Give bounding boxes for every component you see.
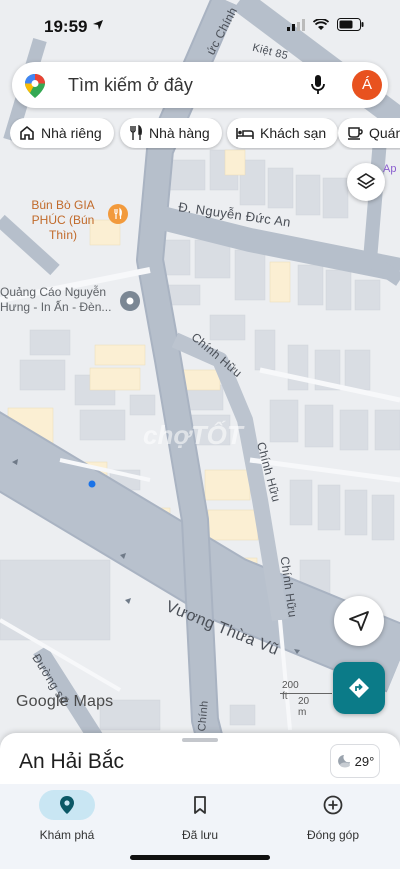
my-location-button[interactable] — [334, 596, 384, 646]
chip-label: Quán — [369, 125, 400, 141]
chip-restaurant[interactable]: Nhà hàng — [120, 118, 222, 148]
home-indicator — [130, 855, 270, 860]
moon-cloud-icon — [337, 755, 350, 768]
signal-icon — [287, 18, 305, 36]
sheet-title: An Hải Bắc — [19, 750, 125, 773]
home-icon — [20, 125, 34, 140]
watermark: chợTỐT — [143, 420, 243, 450]
bookmark-icon — [194, 796, 206, 814]
search-input[interactable]: Tìm kiếm ở đây — [68, 75, 193, 96]
cafe-icon — [348, 127, 363, 140]
business-pin-icon[interactable] — [120, 291, 140, 311]
poi-apt-label[interactable]: Ap — [383, 163, 396, 175]
nav-saved-icon-wrap — [172, 790, 228, 820]
chip-hotel[interactable]: Khách sạn — [227, 118, 339, 148]
nav-label: Khám phá — [39, 828, 95, 842]
add-circle-icon — [323, 795, 343, 815]
chip-label: Nhà hàng — [149, 125, 210, 141]
nav-explore-icon-wrap — [39, 790, 95, 820]
directions-icon — [349, 678, 369, 698]
avatar[interactable]: Á — [352, 70, 382, 100]
status-bar: 19:59 — [0, 0, 400, 54]
scale-m: 20 m — [298, 696, 310, 718]
explore-pin-icon — [60, 796, 74, 814]
nav-label: Đã lưu — [181, 828, 219, 842]
navigation-arrow-icon — [349, 611, 369, 631]
microphone-icon[interactable] — [310, 74, 326, 101]
layers-icon — [356, 173, 376, 189]
hotel-icon — [236, 128, 254, 139]
directions-button[interactable] — [333, 662, 385, 714]
nav-contribute[interactable]: Đóng góp — [273, 790, 393, 850]
location-arrow-icon — [92, 18, 104, 36]
wifi-icon — [312, 18, 330, 36]
poi-restaurant-label: Bún Bò GIA PHÚC (Bún Thìn) — [31, 198, 95, 242]
sheet-drag-handle[interactable] — [182, 738, 218, 742]
maps-logo-icon — [24, 73, 46, 104]
weather-badge[interactable]: 29° — [330, 744, 380, 778]
bottom-sheet[interactable]: An Hải Bắc 29° — [0, 733, 400, 789]
restaurant-icon — [130, 125, 142, 140]
temperature: 29° — [354, 753, 375, 769]
chip-label: Nhà riêng — [41, 125, 102, 141]
scale-ft: 200 ft — [282, 680, 299, 702]
nav-explore[interactable]: Khám phá — [7, 790, 127, 850]
battery-icon — [337, 18, 364, 36]
restaurant-pin-icon[interactable] — [108, 204, 128, 224]
nav-label: Đóng góp — [306, 828, 360, 842]
chip-label: Khách sạn — [260, 125, 327, 141]
search-bar[interactable]: Tìm kiếm ở đây Á — [12, 62, 388, 108]
nav-contribute-icon-wrap — [305, 790, 361, 820]
status-time: 19:59 — [44, 17, 88, 36]
nav-saved[interactable]: Đã lưu — [140, 790, 260, 850]
poi-business-label[interactable]: Quảng Cáo Nguyễn Hưng - In Ấn - Đèn... — [0, 285, 116, 315]
poi-restaurant[interactable]: Bún Bò GIA PHÚC (Bún Thìn) — [20, 198, 106, 243]
chip-home[interactable]: Nhà riêng — [10, 118, 114, 148]
layers-button[interactable] — [347, 163, 385, 201]
google-maps-logo: Google Maps — [16, 693, 114, 710]
category-chips: Nhà riêng Nhà hàng Khách sạn Quán — [10, 118, 400, 150]
status-icons — [287, 18, 364, 36]
chip-cafe[interactable]: Quán — [338, 118, 400, 148]
